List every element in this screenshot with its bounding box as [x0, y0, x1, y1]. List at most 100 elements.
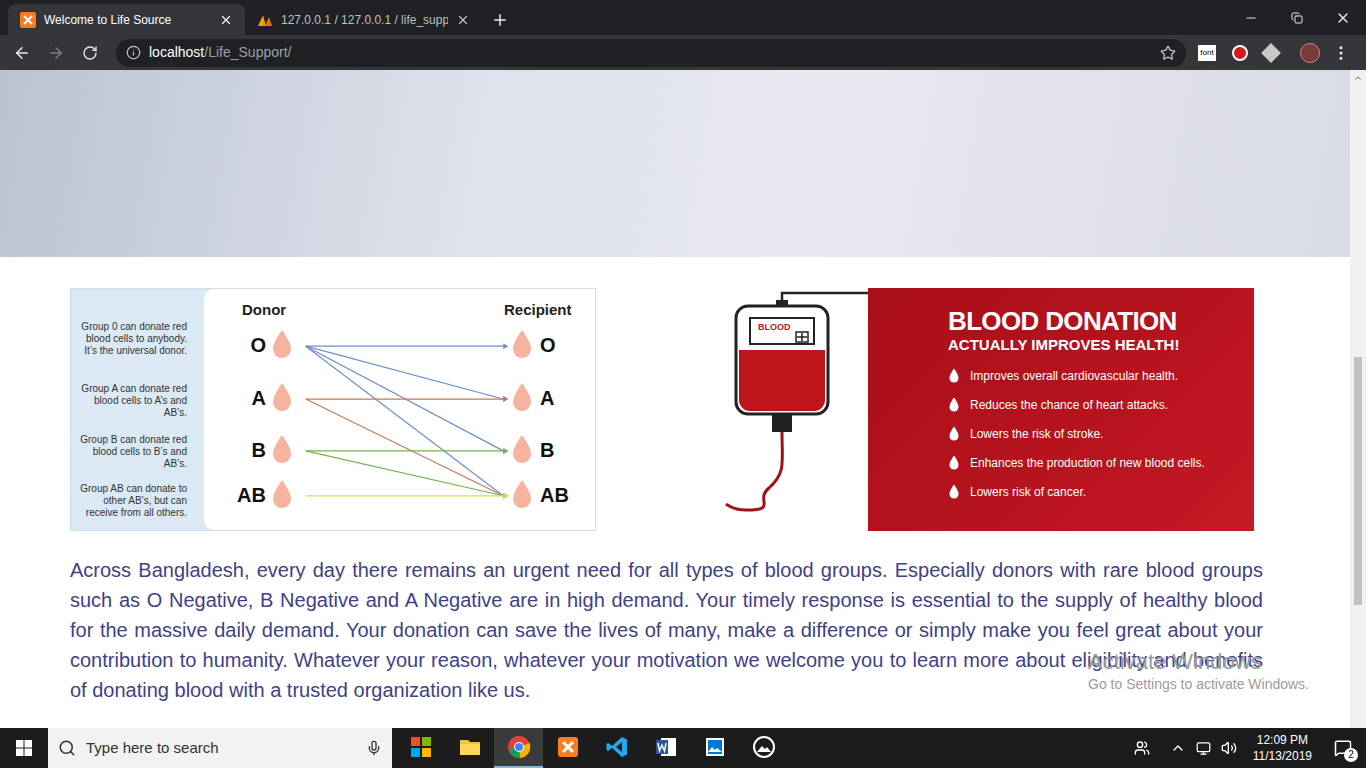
- donor-node: AB: [224, 479, 294, 510]
- store-icon: [409, 735, 433, 759]
- svg-text:BLOOD: BLOOD: [758, 322, 791, 332]
- blood-drop-icon: [510, 479, 534, 510]
- blood-drop-icon: [270, 382, 294, 413]
- chart-panel: DonorRecipientOABABOABAB: [204, 289, 595, 530]
- recipient-node: AB: [510, 479, 569, 510]
- poster-point: Reduces the chance of heart attacks.: [948, 397, 1244, 413]
- blood-drop-icon: [270, 479, 294, 510]
- scrollbar[interactable]: [1350, 70, 1366, 728]
- clock[interactable]: 12:09 PM11/13/2019: [1247, 732, 1318, 764]
- photos-icon: [703, 735, 727, 759]
- extension-font[interactable]: font: [1198, 45, 1216, 61]
- toolbar: localhost/Life_Support/font: [0, 35, 1366, 70]
- taskbar-app[interactable]: [690, 728, 739, 768]
- chrome-icon: [507, 735, 531, 759]
- blood-drop-icon: [510, 329, 534, 360]
- folder-icon: [458, 735, 482, 759]
- info-icon: [126, 45, 141, 60]
- action-center[interactable]: 2: [1328, 728, 1358, 768]
- recipient-header: Recipient: [504, 299, 572, 322]
- restore-icon: [1291, 12, 1303, 24]
- scroll-up-icon[interactable]: [1353, 73, 1363, 83]
- reload-icon: [82, 45, 98, 61]
- blood-drop-icon: [270, 329, 294, 360]
- chart-note: Group 0 can donate red blood cells to an…: [77, 321, 187, 357]
- recipient-node: O: [510, 329, 556, 360]
- xampp-favicon-icon: [20, 12, 36, 28]
- taskbar-app[interactable]: [494, 728, 543, 768]
- profile-avatar[interactable]: [1300, 43, 1320, 63]
- scroll-thumb[interactable]: [1354, 357, 1362, 605]
- activation-watermark: Activate WindowsGo to Settings to activa…: [1088, 649, 1309, 693]
- image-row: Group 0 can donate red blood cells to an…: [70, 288, 1263, 531]
- taskbar-app[interactable]: [739, 728, 788, 768]
- minimize-icon: [1244, 11, 1258, 25]
- volume-icon[interactable]: [1221, 740, 1237, 756]
- menu-dots-icon[interactable]: [1332, 44, 1350, 62]
- bookmark-star-icon[interactable]: [1160, 45, 1176, 61]
- restore-button[interactable]: [1274, 0, 1320, 35]
- taskbar-app[interactable]: [641, 728, 690, 768]
- blood-compatibility-chart: Group 0 can donate red blood cells to an…: [70, 288, 596, 531]
- browser-tab[interactable]: Welcome to Life Source: [8, 4, 245, 35]
- taskbar-app[interactable]: [445, 728, 494, 768]
- blood-drop-icon: [270, 434, 294, 465]
- poster-subtitle: ACTUALLY IMPROVES HEALTH!: [948, 336, 1244, 354]
- close-window-icon: [1335, 10, 1351, 26]
- close-tab-icon[interactable]: [456, 13, 470, 27]
- camera-icon: [752, 735, 776, 759]
- windows-logo-icon: [16, 740, 32, 756]
- desktop: Welcome to Life Source127.0.0.1 / 127.0.…: [0, 0, 1366, 768]
- people-icon[interactable]: [1134, 740, 1150, 756]
- taskbar-app[interactable]: [396, 728, 445, 768]
- address-bar[interactable]: localhost/Life_Support/: [116, 39, 1186, 67]
- new-tab-button[interactable]: [482, 4, 518, 35]
- donor-node: B: [224, 434, 294, 465]
- poster-points: Improves overall cardiovascular health. R…: [948, 368, 1244, 500]
- chart-note: Group A can donate red blood cells to A’…: [77, 383, 187, 419]
- white-drop-icon: [948, 455, 960, 471]
- poster-title: BLOOD DONATION: [948, 306, 1244, 336]
- browser-tab[interactable]: 127.0.0.1 / 127.0.0.1 / life_suppor: [245, 4, 482, 35]
- start-button[interactable]: [0, 728, 48, 768]
- search-icon: [58, 739, 76, 757]
- extension-cube[interactable]: [1261, 43, 1281, 63]
- close-window-button[interactable]: [1320, 0, 1366, 35]
- tab-strip: Welcome to Life Source127.0.0.1 / 127.0.…: [0, 0, 1366, 35]
- taskbar-app[interactable]: [592, 728, 641, 768]
- reload-button[interactable]: [76, 39, 104, 67]
- microphone-icon[interactable]: [366, 740, 382, 756]
- show-hidden-icon[interactable]: [1170, 740, 1186, 756]
- poster-point: Enhances the production of new blood cel…: [948, 455, 1244, 471]
- poster-panel: BLOOD DONATIONACTUALLY IMPROVES HEALTH! I…: [868, 288, 1254, 531]
- chart-note: Group AB can donate to other AB’s, but c…: [77, 483, 187, 519]
- network-icon[interactable]: [1196, 741, 1211, 756]
- chart-note: Group B can donate red blood cells to B’…: [77, 434, 187, 470]
- page: Group 0 can donate red blood cells to an…: [0, 70, 1350, 728]
- taskbar: Type here to search 12:09 PM11/13/2019 2: [0, 728, 1366, 768]
- white-drop-icon: [948, 484, 960, 500]
- blood-donation-poster: BLOOD BLOOD DONATIONACTUALLY IMPROVES HEA…: [724, 288, 1254, 531]
- poster-point: Lowers risk of cancer.: [948, 484, 1244, 500]
- white-drop-icon: [948, 426, 960, 442]
- blood-drop-icon: [510, 382, 534, 413]
- extension-red[interactable]: [1232, 45, 1248, 61]
- donor-node: O: [224, 329, 294, 360]
- xampp-icon: [556, 735, 580, 759]
- back-button[interactable]: [8, 39, 36, 67]
- poster-point: Improves overall cardiovascular health.: [948, 368, 1244, 384]
- viewport: Group 0 can donate red blood cells to an…: [0, 70, 1366, 728]
- white-drop-icon: [948, 368, 960, 384]
- blood-drop-icon: [510, 434, 534, 465]
- close-tab-icon[interactable]: [219, 13, 233, 27]
- word-icon: [654, 735, 678, 759]
- donor-node: A: [224, 382, 294, 413]
- search-box[interactable]: Type here to search: [48, 728, 392, 768]
- plus-icon: [491, 11, 509, 29]
- intro-paragraph: Across Bangladesh, every day there remai…: [70, 555, 1263, 705]
- back-arrow-icon: [13, 44, 31, 62]
- taskbar-app[interactable]: [543, 728, 592, 768]
- system-tray: 12:09 PM11/13/2019 2: [1134, 728, 1366, 768]
- minimize-button[interactable]: [1228, 0, 1274, 35]
- notification-count: 2: [1344, 748, 1358, 762]
